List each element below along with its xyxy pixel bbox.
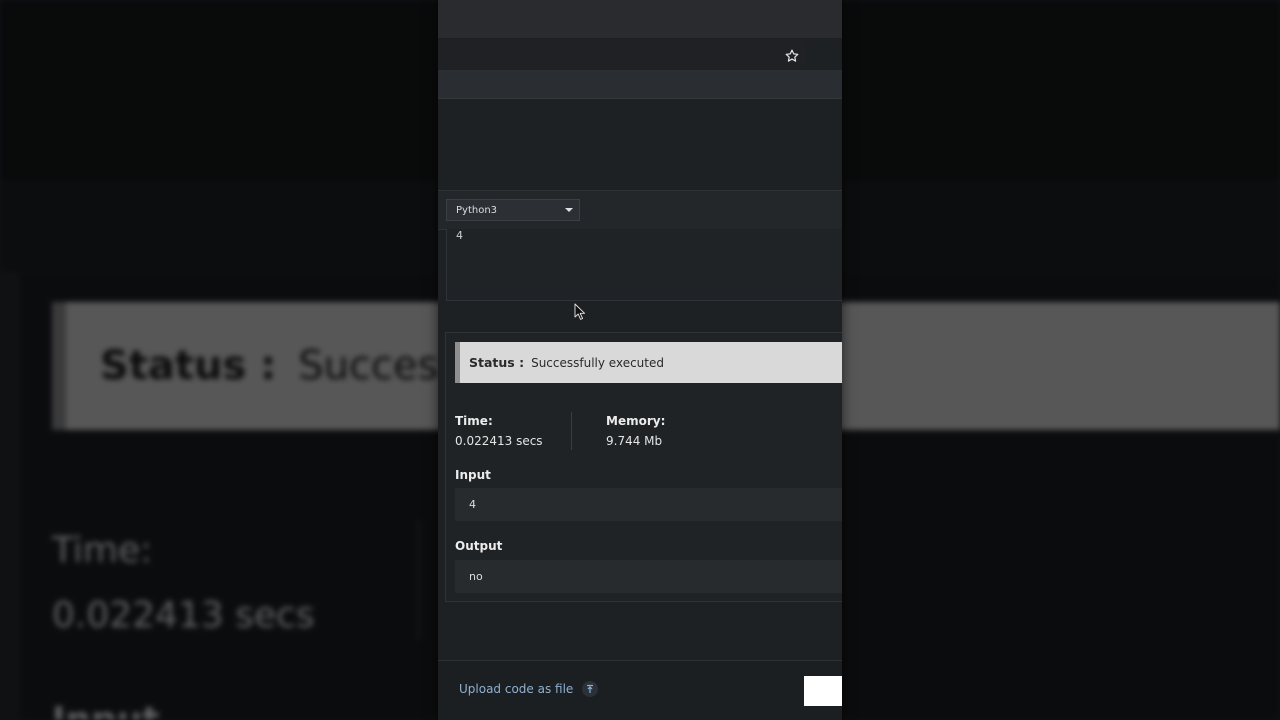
- status-label: Status :: [469, 355, 525, 370]
- upload-icon: [582, 681, 599, 697]
- upload-code-link[interactable]: Upload code as file: [459, 681, 599, 697]
- upload-arrow-shape: [587, 684, 594, 693]
- bg-status-label: Status :: [100, 343, 277, 389]
- browser-toolbar: [438, 70, 842, 99]
- status-value: Successfully executed: [531, 355, 664, 370]
- upload-code-label: Upload code as file: [459, 682, 574, 696]
- output-value-box: no: [455, 560, 842, 593]
- input-label: Input: [455, 468, 491, 482]
- address-bar[interactable]: [438, 40, 806, 70]
- language-select-value: Python3: [456, 204, 498, 216]
- cursor-icon: [574, 303, 586, 320]
- metric-divider: [571, 412, 572, 450]
- time-value: 0.022413 secs: [455, 434, 543, 448]
- input-value: 4: [469, 498, 476, 511]
- execution-result-panel: Status : Successfully executed Time: 0.0…: [445, 332, 842, 602]
- memory-label: Memory:: [606, 414, 666, 428]
- memory-value: 9.744 Mb: [606, 434, 663, 448]
- chevron-down-icon: [565, 208, 573, 212]
- stdin-text: 4: [456, 229, 463, 242]
- output-value: no: [469, 570, 483, 583]
- time-label: Time:: [455, 414, 493, 428]
- bg-input-label: Input: [52, 700, 160, 720]
- input-value-box: 4: [455, 488, 842, 521]
- video-frame: Status : Successf Time: 0.022413 secs In…: [0, 0, 1280, 720]
- language-select[interactable]: Python3: [446, 199, 580, 221]
- bookmark-button[interactable]: [780, 44, 804, 68]
- browser-viewport: Python3 4 Status : Successfully executed…: [438, 0, 842, 720]
- submit-button[interactable]: [804, 676, 842, 706]
- star-icon: [785, 49, 799, 62]
- bg-time-value: 0.022413 secs: [52, 595, 315, 636]
- stdin-input[interactable]: 4: [446, 229, 842, 301]
- bg-metric-divider: [418, 520, 420, 640]
- browser-tab-strip: [438, 0, 842, 38]
- bg-time-label: Time:: [52, 530, 153, 571]
- output-label: Output: [455, 539, 503, 553]
- status-badge: Status : Successfully executed: [455, 342, 842, 383]
